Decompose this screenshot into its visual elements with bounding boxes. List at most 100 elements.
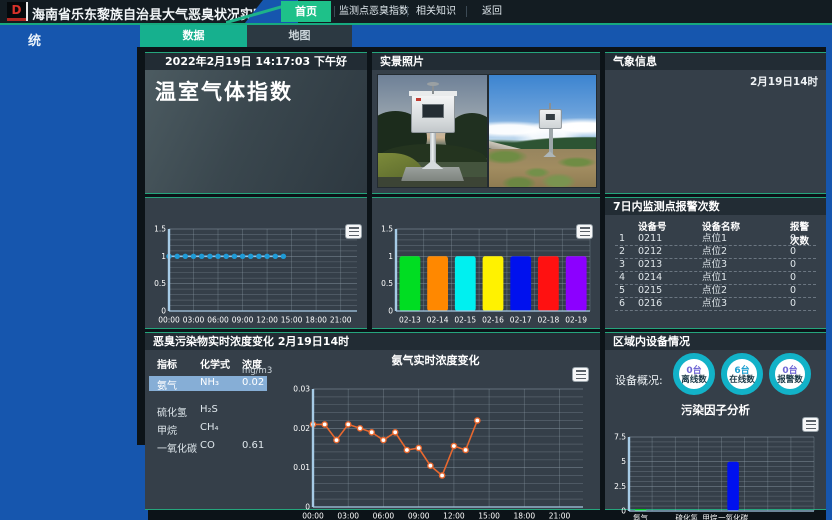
chart-toolbox-icon[interactable] [346,225,361,238]
svg-text:0.03: 0.03 [293,385,310,394]
svg-text:03:00: 03:00 [183,316,205,325]
logo-glyph: D [7,2,26,18]
device-name: 点位3 [702,259,727,271]
greenhouse-index-title: 温室气体指数 [155,76,293,106]
alarm-label: 报警数 [775,376,805,385]
device-no: 0212 [638,246,662,258]
row-index: 1 [619,233,625,245]
device-name: 点位2 [702,285,727,297]
devices-body: 设备概况: 0台 离线数 6台 在线数 0台 报警数 污染因子分析 氨气硫化氢甲… [605,350,826,509]
alarm-row: 5 0215 点位2 0 [615,285,816,298]
svg-text:1: 1 [388,252,393,261]
chart-toolbox-icon[interactable] [803,418,818,431]
svg-text:02-16: 02-16 [482,316,504,325]
nav-separator [466,6,467,17]
nav-back[interactable]: 返回 [478,1,506,22]
index-trend-chart: 00:0003:0006:0009:0012:0015:0018:0021:00… [147,219,365,325]
panel-daily-index: 02-1302-1402-1502-1602-1702-1802-1900.51… [372,197,600,329]
panel-photos: 实景照片 [372,52,600,194]
pollutant-formula: NH₃ [200,377,219,388]
alarm-row: 4 0214 点位1 0 [615,272,816,285]
photo1-antenna-stem [432,85,434,94]
alarms-table-head: 设备号 设备名称 报警次数 [615,219,816,233]
pollutant-name: 氨气 [157,377,177,392]
site-photo-2 [488,74,597,188]
svg-text:0.01: 0.01 [293,463,310,472]
svg-text:硫化氢: 硫化氢 [676,513,699,520]
svg-text:09:00: 09:00 [232,316,254,325]
svg-text:18:00: 18:00 [513,512,535,520]
devices-header: 区域内设备情况 [605,333,826,350]
nav-separator [407,6,408,17]
alarm-count: 0 [790,298,796,310]
pollutant-name: 硫化氢 [157,404,187,419]
nh3-trend-chart: 00:0003:0006:0009:0012:0015:0018:0021:00… [285,383,593,520]
badge-alarm: 0台 报警数 [769,353,811,395]
svg-text:21:00: 21:00 [549,512,571,520]
photo2-station-cabinet [539,109,562,129]
svg-text:06:00: 06:00 [207,316,229,325]
svg-text:5: 5 [621,457,626,466]
col-device-no: 设备号 [638,219,667,233]
svg-text:0: 0 [161,307,166,316]
panel-datetime: 2022年2月19日 14:17:03 下午好 温室气体指数 [145,52,367,194]
tab-data[interactable]: 数据 [140,25,247,47]
device-no: 0213 [638,259,662,271]
pollutant-value: 0.02 [242,377,264,388]
alarm-count: 0 [790,233,796,245]
top-header: D 海南省乐东黎族自治县大气恶臭状况实时发布系 首页 监测点恶臭指数 相关知识 … [0,0,832,25]
svg-text:0.5: 0.5 [381,279,393,288]
odor-header: 恶臭污染物实时浓度变化 2月19日14时 [145,333,600,350]
svg-text:15:00: 15:00 [478,512,500,520]
photo1-station-cabinet [411,94,455,133]
svg-text:02-18: 02-18 [538,316,560,325]
photo2-antenna-stem [549,103,551,109]
svg-text:0: 0 [305,503,310,512]
svg-text:氨气: 氨气 [633,513,648,520]
device-no: 0215 [638,285,662,297]
chart-toolbox-icon[interactable] [577,225,592,238]
weather-header: 气象信息 [605,53,826,70]
device-name: 点位1 [702,233,727,245]
svg-text:0: 0 [388,307,393,316]
svg-text:02-13: 02-13 [399,316,421,325]
panel-alarms: 7日内监测点报警次数 设备号 设备名称 报警次数 1 0211 点位1 0 2 … [605,197,826,329]
panel-index-trend: 00:0003:0006:0009:0012:0015:0018:0021:00… [145,197,367,329]
factor-analysis-title: 污染因子分析 [605,402,826,418]
svg-text:0.5: 0.5 [154,279,166,288]
svg-text:15:00: 15:00 [281,316,303,325]
screen: D 海南省乐东黎族自治县大气恶臭状况实时发布系 首页 监测点恶臭指数 相关知识 … [0,0,832,520]
svg-text:1: 1 [161,252,166,261]
chart-toolbox-icon[interactable] [573,368,588,381]
site-photo-1 [377,74,488,188]
daily-index-chart: 02-1302-1402-1502-1602-1702-1802-1900.51… [374,219,598,325]
photo1-cabinet-light [416,98,421,101]
device-overview-label: 设备概况: [615,372,663,388]
sidebar: 统 [0,25,137,520]
svg-text:2.5: 2.5 [614,482,626,491]
title-overflow-char: 统 [28,30,41,49]
nav-knowledge[interactable]: 相关知识 [413,1,459,22]
device-no: 0214 [638,272,662,284]
alarm-count: 0 [790,272,796,284]
app-logo: D [7,2,28,21]
panel-odor: 恶臭污染物实时浓度变化 2月19日14时 指标 化学式 浓度 mg/m3 氨气 … [145,332,600,510]
alarm-row: 1 0211 点位1 0 [615,233,816,246]
svg-text:7.5: 7.5 [614,433,626,442]
nav-odor-index[interactable]: 监测点恶臭指数 [339,1,405,22]
device-name: 点位3 [702,298,727,310]
right-frame-strip [826,25,832,520]
pollutant-formula: CO [200,440,215,451]
alarm-count: 0 [790,259,796,271]
svg-text:02-15: 02-15 [454,316,476,325]
weather-time: 2月19日14时 [750,74,818,89]
device-name: 点位1 [702,272,727,284]
tab-map[interactable]: 地图 [247,25,352,47]
nav-home[interactable]: 首页 [281,1,331,22]
row-index: 3 [619,259,625,271]
greenhouse-index-body: 温室气体指数 [145,70,367,193]
svg-text:06:00: 06:00 [373,512,395,520]
panel-weather: 气象信息 2月19日14时 [605,52,826,194]
device-no: 0216 [638,298,662,310]
svg-text:1.5: 1.5 [381,225,393,234]
